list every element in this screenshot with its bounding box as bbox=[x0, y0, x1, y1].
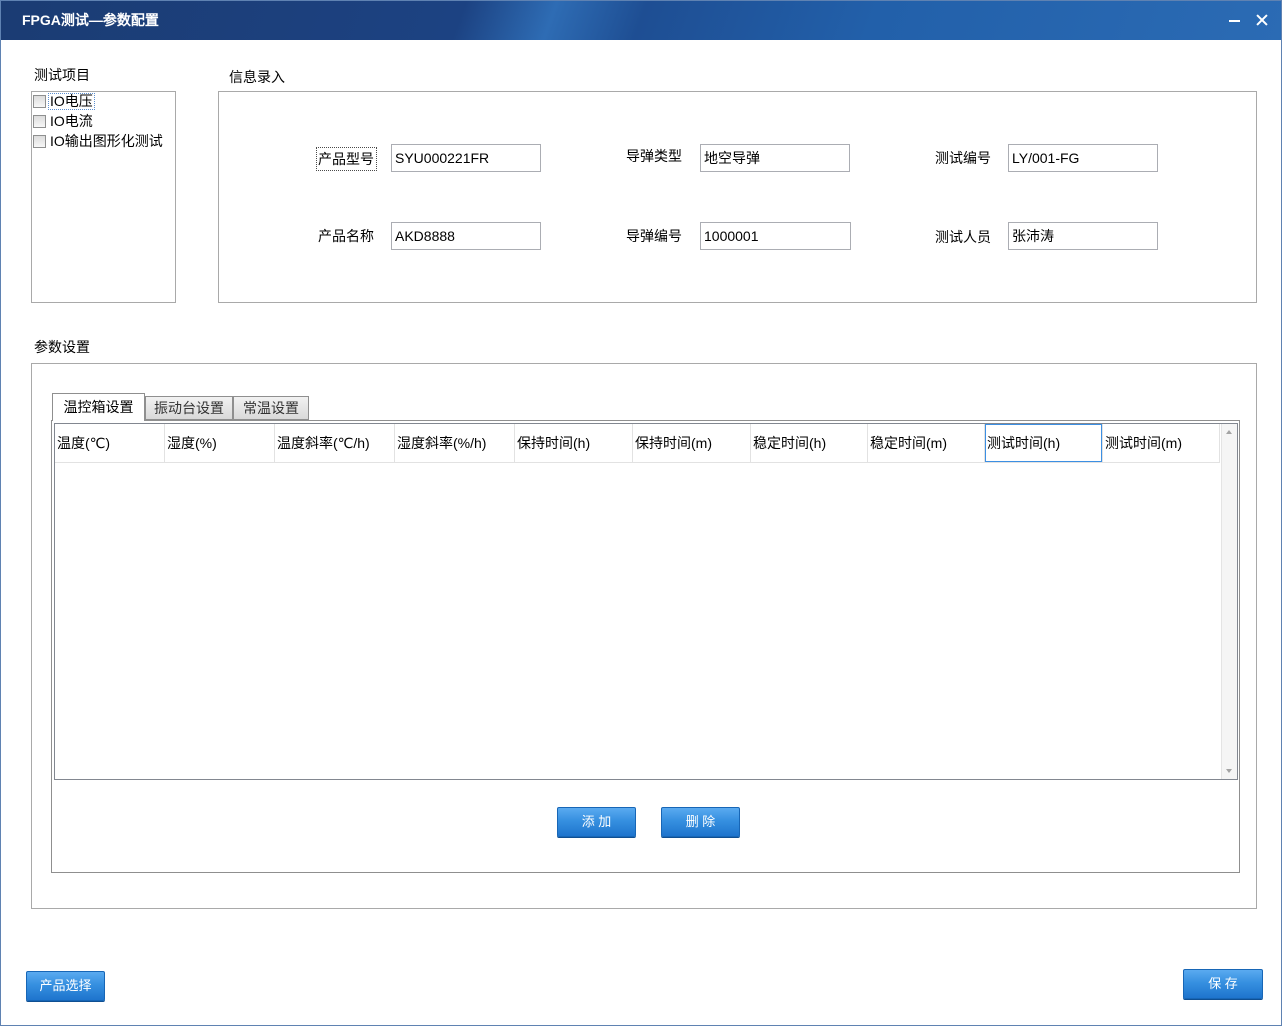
io-voltage-checkbox[interactable] bbox=[33, 94, 46, 108]
test-item-io-current[interactable]: IO电流 bbox=[32, 112, 174, 130]
io-graphic-output-checkbox[interactable] bbox=[33, 134, 46, 148]
save-button[interactable]: 保 存 bbox=[1183, 969, 1263, 999]
tester-label: 测试人员 bbox=[935, 229, 991, 245]
tab-room-temperature[interactable]: 常温设置 bbox=[233, 396, 309, 420]
column-header-test-time-h[interactable]: 测试时间(h) bbox=[985, 424, 1103, 463]
test-number-input[interactable] bbox=[1008, 144, 1158, 172]
temperature-settings-grid[interactable]: 温度(℃) 湿度(%) 温度斜率(℃/h) 湿度斜率(%/h) 保持时间(h) … bbox=[54, 423, 1238, 780]
test-item-label: IO电压 bbox=[48, 92, 95, 110]
tab-temperature-chamber[interactable]: 温控箱设置 bbox=[52, 393, 145, 421]
info-entry-group bbox=[218, 91, 1257, 303]
param-settings-label: 参数设置 bbox=[34, 339, 90, 355]
tester-input[interactable] bbox=[1008, 222, 1158, 250]
io-current-checkbox[interactable] bbox=[33, 114, 46, 128]
delete-button[interactable]: 删 除 bbox=[661, 807, 740, 837]
product-name-input[interactable] bbox=[391, 222, 541, 250]
scroll-up-icon bbox=[1226, 430, 1232, 434]
minimize-button[interactable] bbox=[1222, 8, 1246, 32]
column-header-temperature[interactable]: 温度(℃) bbox=[55, 424, 165, 463]
test-item-label: IO电流 bbox=[50, 112, 93, 129]
column-header-stable-time-h[interactable]: 稳定时间(h) bbox=[751, 424, 868, 463]
close-button[interactable] bbox=[1250, 8, 1274, 32]
missile-number-label: 导弹编号 bbox=[626, 228, 682, 244]
product-name-label: 产品名称 bbox=[318, 228, 374, 244]
minimize-icon bbox=[1229, 20, 1240, 22]
info-entry-label: 信息录入 bbox=[229, 69, 285, 85]
tab-panel-temperature-chamber: 温度(℃) 湿度(%) 温度斜率(℃/h) 湿度斜率(%/h) 保持时间(h) … bbox=[51, 420, 1240, 873]
table-body[interactable] bbox=[55, 463, 1220, 779]
scroll-down-icon bbox=[1226, 769, 1232, 773]
missile-type-label: 导弹类型 bbox=[626, 148, 682, 164]
tab-vibration-table[interactable]: 振动台设置 bbox=[145, 396, 233, 420]
scroll-down-button[interactable] bbox=[1222, 762, 1237, 779]
column-header-humidity-slope[interactable]: 湿度斜率(%/h) bbox=[395, 424, 515, 463]
column-header-hold-time-h[interactable]: 保持时间(h) bbox=[515, 424, 633, 463]
test-items-label: 测试项目 bbox=[34, 67, 90, 83]
window-title: FPGA测试—参数配置 bbox=[22, 12, 159, 28]
product-model-label: 产品型号 bbox=[316, 147, 377, 171]
close-icon bbox=[1255, 13, 1269, 27]
column-header-humidity[interactable]: 湿度(%) bbox=[165, 424, 275, 463]
add-button[interactable]: 添 加 bbox=[557, 807, 636, 837]
missile-number-input[interactable] bbox=[700, 222, 851, 250]
product-model-input[interactable] bbox=[391, 144, 541, 172]
product-select-button[interactable]: 产品选择 bbox=[26, 971, 105, 1001]
test-number-label: 测试编号 bbox=[935, 150, 991, 166]
scroll-up-button[interactable] bbox=[1222, 424, 1237, 441]
vertical-scrollbar[interactable] bbox=[1221, 424, 1237, 779]
test-item-io-graphic-output[interactable]: IO输出图形化测试 bbox=[32, 132, 174, 150]
column-header-stable-time-m[interactable]: 稳定时间(m) bbox=[868, 424, 985, 463]
test-item-io-voltage[interactable]: IO电压 bbox=[32, 92, 174, 110]
title-bar[interactable]: FPGA测试—参数配置 bbox=[0, 0, 1282, 40]
column-header-temperature-slope[interactable]: 温度斜率(℃/h) bbox=[275, 424, 395, 463]
test-item-label: IO输出图形化测试 bbox=[50, 132, 163, 149]
missile-type-input[interactable] bbox=[700, 144, 850, 172]
column-header-test-time-m[interactable]: 测试时间(m) bbox=[1103, 424, 1220, 463]
column-header-hold-time-m[interactable]: 保持时间(m) bbox=[633, 424, 751, 463]
